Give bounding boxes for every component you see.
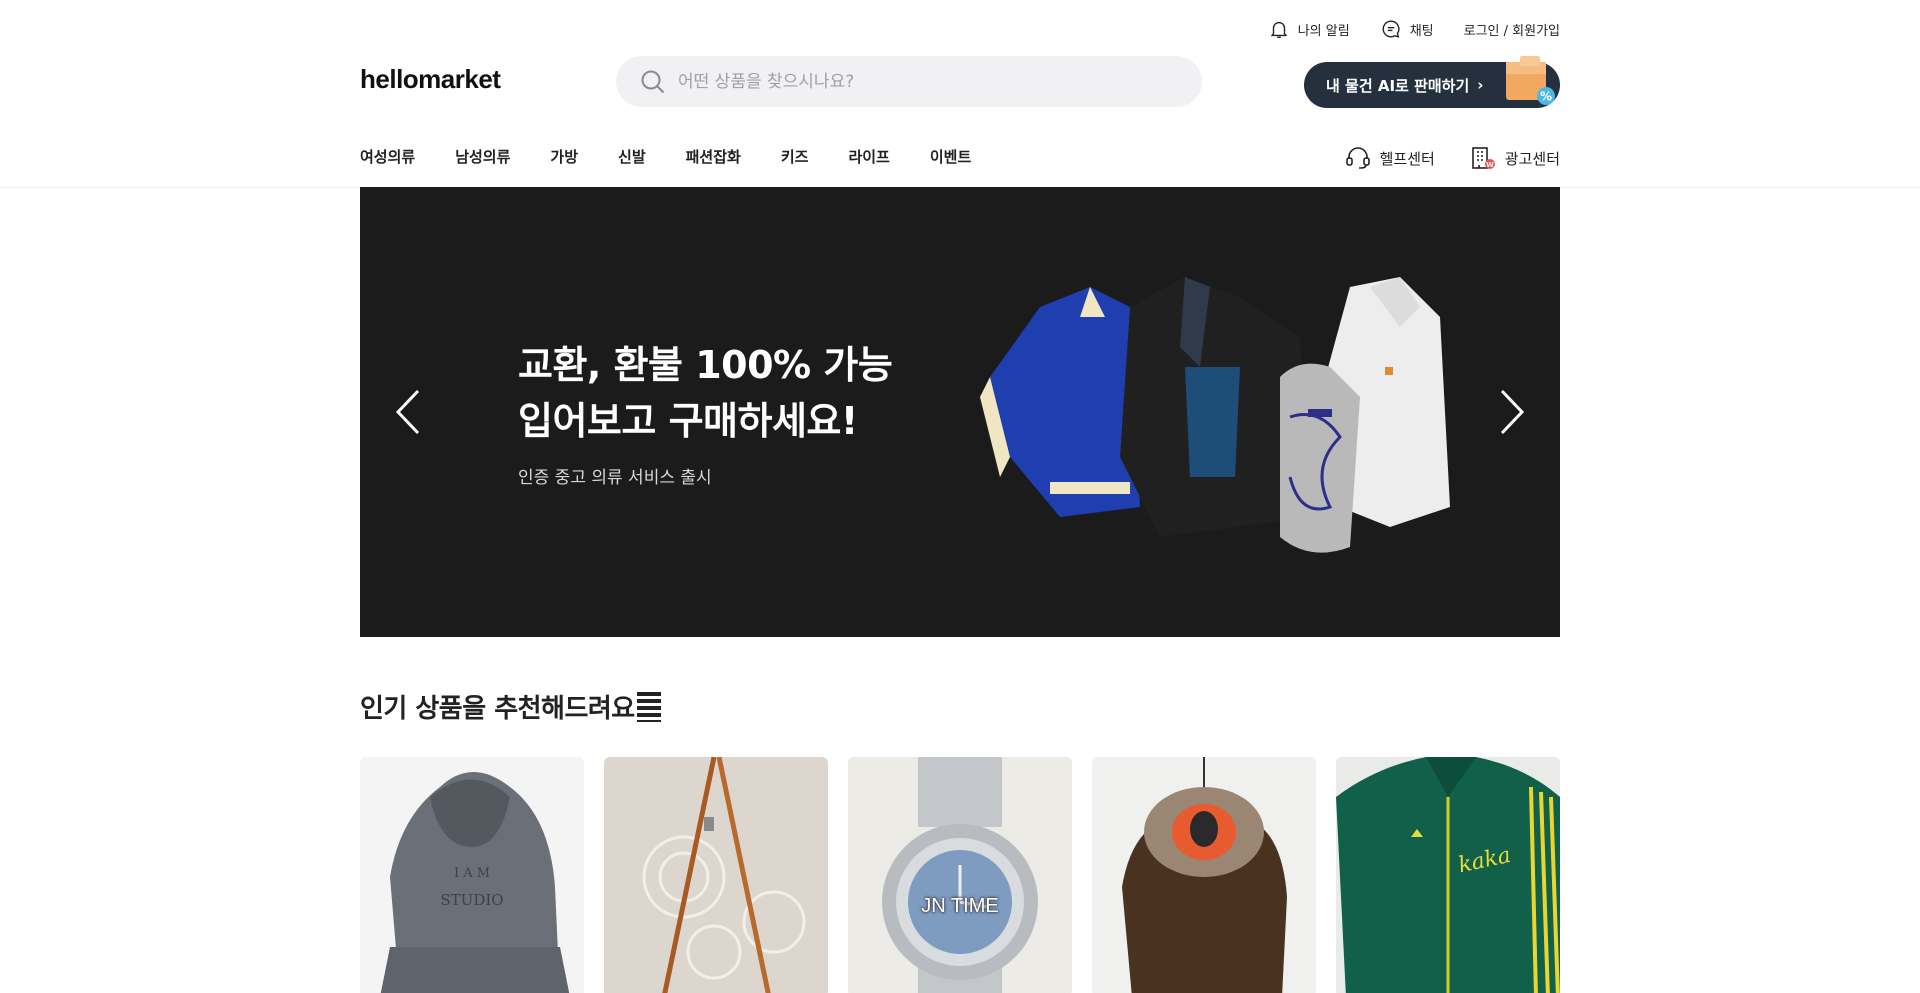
search-input[interactable] — [678, 71, 1158, 92]
product-card[interactable] — [1092, 757, 1316, 993]
hero-banner[interactable]: 교환, 환불 100% 가능 입어보고 구매하세요! 인증 중고 의류 서비스 … — [360, 187, 1560, 637]
help-center-link[interactable]: 헬프센터 — [1344, 144, 1435, 172]
banner-subtitle: 인증 중고 의류 서비스 출시 — [518, 468, 712, 488]
section-title-text: 인기 상품을 추천해드려요 — [360, 694, 635, 724]
green-track-jacket-image: kaka — [1336, 757, 1560, 993]
banner-title-line2: 입어보고 구매하세요! — [518, 399, 858, 443]
svg-text:%: % — [1540, 90, 1552, 104]
chevron-right-icon[interactable] — [1490, 387, 1530, 437]
bell-icon — [1270, 21, 1287, 38]
ad-center-label: 광고센터 — [1504, 149, 1560, 168]
product-card[interactable]: kaka — [1336, 757, 1560, 993]
banner-clothes-image — [980, 277, 1450, 553]
nav-women-clothing[interactable]: 여성의류 — [360, 146, 415, 167]
silver-watch-image — [848, 757, 1072, 993]
notifications-label: 나의 알림 — [1297, 23, 1350, 39]
banner-title: 교환, 환불 100% 가능 입어보고 구매하세요! — [518, 337, 893, 449]
menu-lines-icon — [636, 691, 661, 722]
svg-text:I A M: I A M — [454, 866, 490, 881]
product-card[interactable]: I A M STUDIO — [360, 757, 584, 993]
product-list: I A M STUDIO JN TIME kaka — [360, 757, 1560, 993]
login-label: 로그인 / 회원가입 — [1463, 23, 1560, 39]
chat-link[interactable]: 채팅 — [1380, 18, 1434, 40]
banner-title-line1: 교환, 환불 100% 가능 — [518, 343, 893, 387]
headset-icon — [1345, 147, 1370, 169]
nav-kids[interactable]: 키즈 — [781, 146, 809, 167]
fur-parka-image — [1092, 757, 1316, 993]
search-bar[interactable] — [616, 56, 1202, 107]
svg-text:STUDIO: STUDIO — [440, 891, 503, 909]
product-watermark: JN TIME — [921, 895, 999, 917]
login-link[interactable]: 로그인 / 회원가입 — [1464, 20, 1560, 39]
chevron-right-icon: › — [1477, 76, 1484, 94]
search-icon — [641, 70, 665, 93]
chevron-left-icon[interactable] — [390, 387, 430, 437]
help-center-label: 헬프센터 — [1379, 149, 1435, 168]
gray-hoodie-image: I A M STUDIO — [360, 757, 584, 993]
product-card[interactable]: JN TIME — [848, 757, 1072, 993]
box-discount-icon: % — [1506, 56, 1555, 105]
sell-with-ai-button[interactable]: 내 물건 AI로 판매하기 › % — [1304, 56, 1560, 108]
chat-icon — [1382, 20, 1400, 38]
nav-event[interactable]: 이벤트 — [930, 146, 971, 167]
product-card[interactable] — [604, 757, 828, 993]
chat-label: 채팅 — [1409, 23, 1434, 39]
nav-bags[interactable]: 가방 — [550, 146, 578, 167]
svg-text:W: W — [1486, 161, 1494, 169]
category-nav: 여성의류 남성의류 가방 신발 패션잡화 키즈 라이프 이벤트 — [360, 146, 1011, 167]
nav-life[interactable]: 라이프 — [848, 146, 889, 167]
nav-shoes[interactable]: 신발 — [618, 146, 646, 167]
sell-button-label: 내 물건 AI로 판매하기 — [1326, 76, 1470, 95]
notifications-link[interactable]: 나의 알림 — [1268, 18, 1350, 40]
logo[interactable]: hellomarket — [360, 64, 501, 95]
leather-strap-image — [604, 757, 828, 993]
nav-men-clothing[interactable]: 남성의류 — [455, 146, 510, 167]
support-links: 헬프센터 W 광고센터 — [1344, 144, 1560, 172]
building-icon: W — [1471, 147, 1495, 169]
ad-center-link[interactable]: W 광고센터 — [1469, 144, 1560, 172]
utility-bar: 나의 알림 채팅 로그인 / 회원가입 — [1268, 18, 1560, 40]
section-title: 인기 상품을 추천해드려요 — [360, 688, 661, 725]
nav-fashion-accessories[interactable]: 패션잡화 — [686, 146, 741, 167]
